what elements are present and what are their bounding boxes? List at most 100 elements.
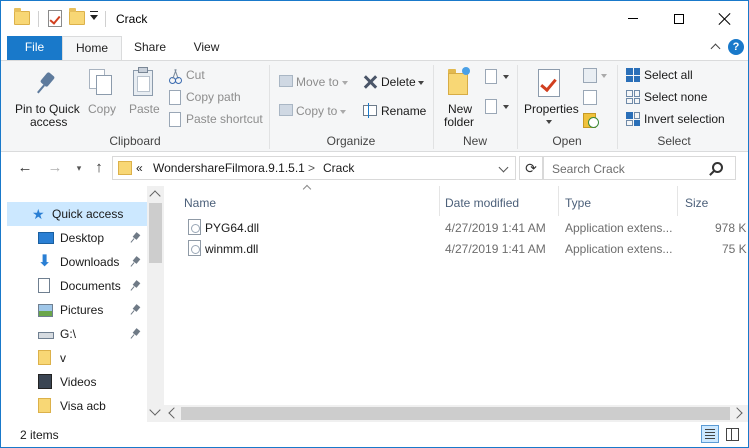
refresh-button[interactable]: ⟳ bbox=[519, 156, 543, 180]
pin-icon[interactable] bbox=[131, 257, 141, 267]
recent-locations-chevron-icon[interactable]: ▾ bbox=[71, 160, 87, 176]
copy-path-icon bbox=[169, 90, 181, 105]
copy-label: Copy bbox=[88, 102, 117, 116]
search-input[interactable]: Search Crack bbox=[552, 162, 625, 176]
breadcrumb-separator[interactable]: > bbox=[308, 161, 315, 175]
column-header-size[interactable]: Size bbox=[685, 190, 708, 216]
nav-item-label: Documents bbox=[60, 279, 121, 293]
navigation-pane: ★ Quick access Desktop ⬇ Downloads Docum… bbox=[1, 186, 164, 422]
pin-icon[interactable] bbox=[131, 281, 141, 291]
details-view-icon[interactable] bbox=[701, 425, 719, 443]
tab-file[interactable]: File bbox=[7, 36, 62, 60]
help-icon[interactable]: ? bbox=[728, 39, 744, 55]
item-count: 2 items bbox=[20, 428, 59, 442]
breadcrumb-item-crack[interactable]: Crack bbox=[323, 161, 354, 175]
open-icon[interactable] bbox=[583, 68, 597, 83]
horizontal-scrollbar[interactable] bbox=[164, 405, 748, 422]
large-icons-view-icon[interactable] bbox=[723, 425, 741, 443]
search-icon bbox=[712, 162, 723, 173]
new-folder-label-line2: folder bbox=[444, 115, 475, 129]
table-row[interactable]: PYG64.dll 4/27/2019 1:41 AM Application … bbox=[184, 217, 748, 238]
pin-label-line1: Pin to Quick bbox=[15, 102, 80, 116]
column-header-type[interactable]: Type bbox=[565, 190, 591, 216]
select-none-icon bbox=[626, 90, 640, 104]
nav-item-visa-acb[interactable]: Visa acb bbox=[7, 394, 147, 418]
easy-access-icon[interactable] bbox=[485, 99, 509, 115]
nav-item-label: v bbox=[60, 351, 66, 365]
scroll-left-icon[interactable] bbox=[168, 407, 180, 419]
new-item-doc-icon bbox=[485, 69, 497, 84]
tab-home[interactable]: Home bbox=[62, 36, 122, 61]
pin-icon[interactable] bbox=[131, 329, 141, 339]
chevron-down-icon bbox=[503, 75, 509, 79]
file-list: Name Date modified Type Size PYG64.dll 4… bbox=[164, 184, 748, 422]
history-icon[interactable] bbox=[583, 112, 599, 128]
nav-item-label: Desktop bbox=[60, 231, 105, 245]
back-arrow-icon[interactable]: ← bbox=[17, 160, 33, 176]
column-header-name[interactable]: Name bbox=[184, 190, 216, 216]
customize-quick-access-icon[interactable] bbox=[90, 11, 98, 20]
nav-item-quick-access[interactable]: ★ Quick access bbox=[7, 202, 147, 226]
group-label-organize: Organize bbox=[326, 134, 376, 148]
new-folder-label-line1: New bbox=[448, 102, 473, 116]
minimize-button[interactable] bbox=[610, 1, 656, 36]
pin-icon[interactable] bbox=[131, 233, 141, 243]
file-type: Application extens... bbox=[565, 221, 673, 235]
chevron-down-icon bbox=[601, 74, 607, 78]
nav-item-videos[interactable]: Videos bbox=[7, 370, 147, 394]
new-folder-quick-icon[interactable] bbox=[69, 8, 85, 25]
pin-icon[interactable] bbox=[131, 305, 141, 315]
nav-item-downloads[interactable]: ⬇ Downloads bbox=[7, 250, 147, 274]
file-size: 978 K bbox=[715, 221, 747, 235]
scrollbar-thumb[interactable] bbox=[149, 203, 162, 263]
nav-pane-scrollbar[interactable] bbox=[147, 186, 164, 422]
scroll-up-icon[interactable] bbox=[149, 190, 161, 202]
nav-item-g-drive[interactable]: G:\ bbox=[7, 322, 147, 346]
copy-to-label: Copy to bbox=[296, 104, 338, 118]
column-divider[interactable] bbox=[439, 186, 440, 216]
nav-item-desktop[interactable]: Desktop bbox=[7, 226, 147, 250]
chevron-down-icon bbox=[418, 81, 424, 85]
maximize-button[interactable] bbox=[656, 1, 702, 36]
folder-icon bbox=[38, 350, 51, 365]
close-button[interactable] bbox=[702, 1, 748, 36]
forward-arrow-icon[interactable]: → bbox=[47, 160, 63, 176]
address-bar[interactable]: « WondershareFilmora.9.1.5.1 > Crack bbox=[112, 156, 516, 180]
scroll-down-icon[interactable] bbox=[149, 404, 161, 416]
search-box[interactable]: Search Crack bbox=[543, 156, 736, 180]
breadcrumb-overflow[interactable]: « bbox=[136, 161, 143, 175]
group-label-open: Open bbox=[552, 134, 582, 148]
nav-item-pictures[interactable]: Pictures bbox=[7, 298, 147, 322]
ribbon-tabs: File Home Share View ? bbox=[1, 36, 748, 61]
divider bbox=[105, 11, 106, 27]
move-to-icon bbox=[279, 75, 293, 87]
tab-view[interactable]: View bbox=[178, 36, 235, 60]
nav-item-v[interactable]: v bbox=[7, 346, 147, 370]
up-arrow-icon[interactable]: ↑ bbox=[91, 160, 107, 176]
breadcrumb-item-wondersharefilmora[interactable]: WondershareFilmora.9.1.5.1 bbox=[153, 161, 305, 175]
scroll-right-icon[interactable] bbox=[731, 407, 743, 419]
table-row[interactable]: winmm.dll 4/27/2019 1:41 AM Application … bbox=[184, 238, 748, 259]
pictures-icon bbox=[38, 304, 53, 317]
chevron-down-icon bbox=[546, 120, 552, 124]
new-item-icon[interactable] bbox=[485, 69, 509, 85]
collapse-ribbon-icon[interactable] bbox=[709, 40, 723, 54]
nav-item-documents[interactable]: Documents bbox=[7, 274, 147, 298]
paste-icon bbox=[131, 67, 155, 97]
rename-label: Rename bbox=[381, 104, 427, 118]
edit-icon[interactable] bbox=[583, 90, 597, 105]
nav-item-label: Videos bbox=[60, 375, 97, 389]
file-size: 75 K bbox=[722, 242, 747, 256]
chevron-down-icon bbox=[342, 81, 348, 85]
properties-icon[interactable] bbox=[48, 10, 62, 27]
window-title: Crack bbox=[116, 12, 148, 26]
column-divider[interactable] bbox=[677, 186, 678, 216]
file-type: Application extens... bbox=[565, 242, 673, 256]
cut-label: Cut bbox=[186, 68, 205, 82]
column-divider[interactable] bbox=[558, 186, 559, 216]
scrollbar-thumb[interactable] bbox=[181, 407, 730, 420]
dll-file-icon bbox=[188, 219, 201, 235]
column-header-date-modified[interactable]: Date modified bbox=[445, 190, 519, 216]
tab-share[interactable]: Share bbox=[122, 36, 178, 60]
nav-item-label: G:\ bbox=[60, 327, 77, 341]
